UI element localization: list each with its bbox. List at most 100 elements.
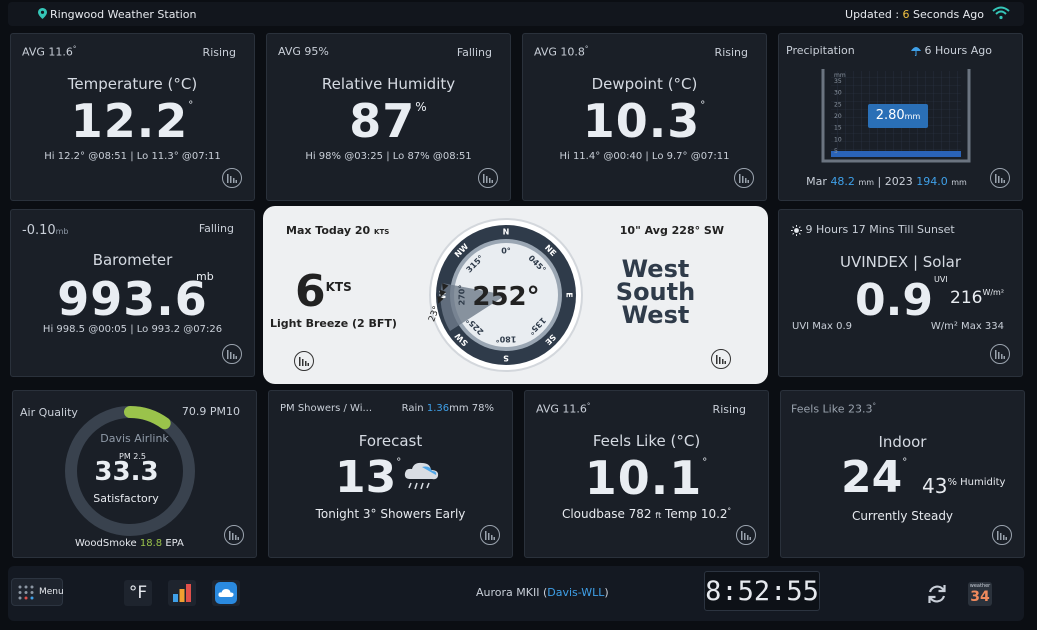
indoor-humidity: 43% Humidity (922, 474, 1006, 498)
barometer-card: -0.10mb Falling Barometer mb 993.6 Hi 99… (10, 209, 255, 377)
precipitation-card: Precipitation 6 Hours Ago mm 35 30 25 20 15 1… (778, 33, 1023, 201)
uvi-max: UVI Max 0.9 (792, 321, 853, 332)
calendar-day: 34 (970, 589, 990, 605)
indoor-card: Feels Like 23.3° Indoor 24° 43% Humidity… (780, 390, 1025, 558)
precipitation-ago: 6 Hours Ago (911, 44, 992, 57)
cloud-app-icon (215, 582, 237, 604)
gauge-fill (831, 151, 961, 157)
updated-suffix: Seconds Ago (909, 8, 984, 21)
humidity-trend: Falling (456, 46, 492, 59)
uvi-value: 0.9 (855, 275, 933, 326)
dewpoint-hilo: Hi 11.4° @00:40 | Lo 9.7° @07:11 (559, 151, 730, 162)
barometer-delta: -0.10mb (22, 223, 69, 238)
updated-seconds: 6 (902, 8, 910, 21)
indoor-value: 24° (841, 452, 908, 503)
sunset-countdown: 9 Hours 17 Mins Till Sunset (791, 223, 955, 236)
chart-icon (741, 530, 751, 540)
humidity-hilo: Hi 98% @03:25 | Lo 87% @08:51 (305, 151, 472, 162)
menu-label: Menu (39, 587, 64, 597)
forecast-title: Forecast (358, 432, 423, 450)
dewpoint-chart-button[interactable] (734, 168, 754, 188)
temperature-title: Temperature (°C) (67, 75, 198, 93)
feels-like-card: AVG 11.6° Rising Feels Like (°C) 10.1° C… (524, 390, 769, 558)
gauge-tick-label: 5 (834, 148, 838, 155)
feels-like-cloudbase: Cloudbase 782 ft Temp 10.2° (561, 507, 732, 521)
dewpoint-trend: Rising (714, 46, 748, 59)
temperature-trend: Rising (202, 46, 236, 59)
grid-menu-icon (18, 585, 34, 600)
air-quality-status: Satisfactory (93, 492, 159, 505)
compass-cardinal-label: E (564, 292, 573, 297)
air-quality-chart-button[interactable] (224, 525, 244, 545)
wifi-icon (992, 6, 1010, 20)
humidity-chart-button[interactable] (478, 168, 498, 188)
air-quality-value: 33.3 (94, 457, 159, 487)
air-quality-source: Davis Airlink (100, 432, 169, 445)
temperature-avg: AVG 11.6° (22, 45, 77, 59)
wind-chart-button-right[interactable] (711, 349, 731, 369)
humidity-value: 87% (349, 94, 428, 148)
bar-chart-icon (173, 584, 191, 602)
solar-max: W/m² Max 334 (930, 321, 1004, 332)
solar-card: 9 Hours 17 Mins Till Sunset UVINDEX | So… (778, 209, 1023, 377)
humidity-card: AVG 95% Falling Relative Humidity 87% Hi… (266, 33, 511, 201)
wind-direction-line-3: West (621, 301, 690, 329)
dewpoint-avg: AVG 10.8° (534, 45, 589, 59)
station-model: Aurora MKII (Davis-WLL) (476, 586, 609, 599)
barometer-title: Barometer (92, 251, 173, 269)
charts-button[interactable] (168, 580, 196, 606)
forecast-tonight: Tonight 3° Showers Early (315, 507, 466, 521)
forecast-rain: Rain 1.36mm 78% (401, 403, 494, 414)
refresh-icon[interactable] (926, 583, 948, 605)
temperature-value: 12.2° (70, 94, 195, 148)
compass-degree-label: 180° (496, 334, 517, 343)
indoor-title: Indoor (878, 433, 927, 451)
cloud-rain-icon (404, 462, 439, 490)
updated-status: Updated : 6 Seconds Ago (845, 8, 984, 21)
gauge-tick-label: 35 (834, 78, 842, 85)
indoor-status: Currently Steady (851, 509, 954, 523)
calendar-button[interactable]: weather 34 (968, 582, 992, 606)
wind-speed: 6KTS (295, 266, 352, 317)
gauge-tick-label: 15 (834, 125, 842, 132)
menu-button[interactable]: Menu (11, 578, 64, 606)
barometer-value: 993.6 (57, 272, 208, 326)
precipitation-chart-button[interactable] (990, 168, 1010, 188)
feels-like-chart-button[interactable] (736, 525, 756, 545)
gauge-tick-label: 25 (834, 101, 842, 108)
wind-chart-button-left[interactable] (294, 351, 314, 371)
precipitation-totals: Mar 48.2 mm | 2023 194.0 mm (806, 175, 967, 188)
solar-value: 216W/m² (950, 288, 1005, 308)
uvi-unit: UVI (934, 275, 948, 284)
woodsmoke: WoodSmoke 18.8 EPA (75, 538, 184, 549)
chart-icon (485, 530, 495, 540)
weather-app-button[interactable] (212, 580, 240, 606)
temperature-chart-button[interactable] (222, 168, 242, 188)
units-toggle-button[interactable]: °F (124, 580, 152, 606)
clock: 8:52:55 (704, 571, 820, 611)
feels-like-value: 10.1° (584, 451, 709, 505)
chart-icon (227, 349, 237, 359)
updated-prefix: Updated : (845, 8, 903, 21)
dewpoint-card: AVG 10.8° Rising Dewpoint (°C) 10.3° Hi … (522, 33, 767, 201)
wind-compass: NNEESESSWWNW 0°045°135°180°225°270°315° 2… (429, 218, 583, 372)
station-link[interactable]: Davis-WLL (547, 586, 604, 599)
solar-chart-button[interactable] (990, 344, 1010, 364)
wind-max-today: Max Today 20 KTS (286, 224, 390, 237)
umbrella-icon (911, 47, 922, 57)
wind-description: Light Breeze (2 BFT) (270, 317, 397, 330)
feels-like-title: Feels Like (°C) (592, 432, 701, 450)
indoor-chart-button[interactable] (992, 525, 1012, 545)
forecast-chart-button[interactable] (480, 525, 500, 545)
precipitation-reading: 2.80mm (868, 104, 928, 128)
barometer-chart-button[interactable] (222, 344, 242, 364)
feels-like-trend: Rising (712, 403, 746, 416)
forecast-card: PM Showers / Wi... Rain 1.36mm 78% Forec… (268, 390, 513, 558)
humidity-avg: AVG 95% (278, 45, 329, 58)
wind-bearing: 252° (472, 282, 539, 312)
sun-icon (791, 224, 802, 236)
chart-icon (997, 530, 1007, 540)
gauge-tick-label: 10 (834, 136, 842, 143)
compass-degree-label: 0° (501, 247, 511, 256)
forecast-summary: PM Showers / Wi... (280, 403, 373, 414)
